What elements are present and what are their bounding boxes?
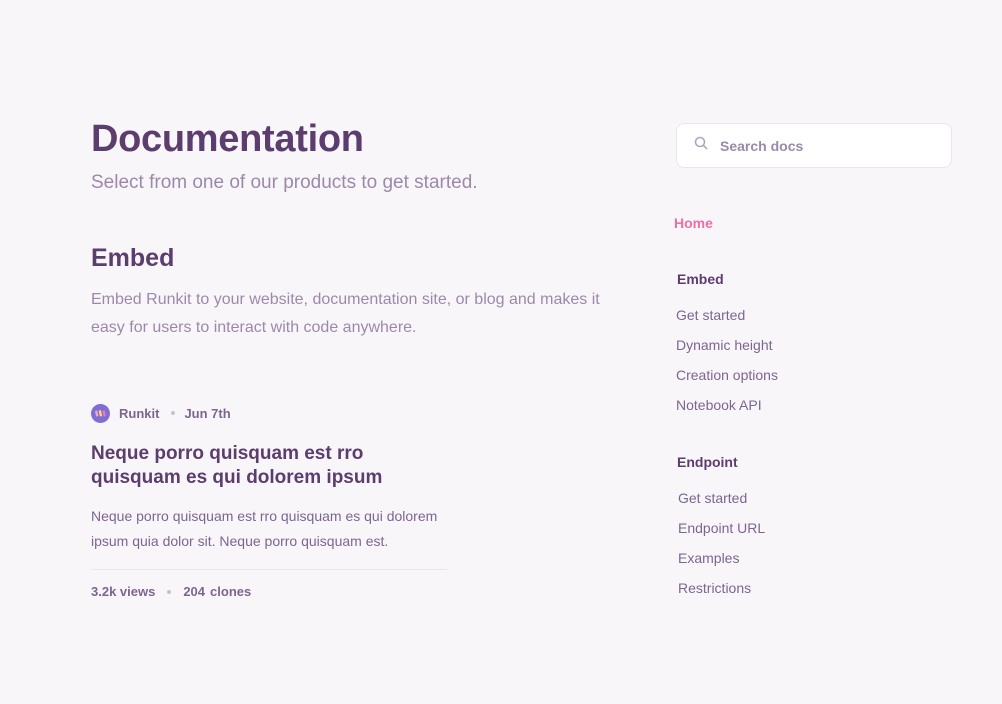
- card-title[interactable]: Neque porro quisquam est rro quisquam es…: [91, 442, 449, 490]
- card-stats: 3.2k views 204 clones: [91, 584, 449, 599]
- section-title-embed: Embed: [91, 244, 175, 272]
- card-date: Jun 7th: [184, 405, 231, 421]
- search-input[interactable]: [720, 137, 920, 154]
- views-count: 3.2k views: [91, 584, 156, 599]
- nav-link-dynamic-height[interactable]: Dynamic height: [676, 337, 773, 353]
- nav-link-get-started[interactable]: Get started: [678, 490, 747, 506]
- nav-link-notebook-api[interactable]: Notebook API: [676, 397, 762, 413]
- nav-link-creation-options[interactable]: Creation options: [676, 367, 778, 383]
- nav-item[interactable]: Get started: [676, 305, 778, 335]
- nav-item[interactable]: Creation options: [676, 365, 778, 395]
- nav-item[interactable]: Restrictions: [678, 578, 765, 608]
- page-subtitle: Select from one of our products to get s…: [91, 172, 478, 193]
- search-icon: [694, 136, 708, 155]
- nav-home-link[interactable]: Home: [674, 215, 713, 231]
- nav-list-endpoint: Get started Endpoint URL Examples Restri…: [678, 488, 765, 608]
- nav-link-restrictions[interactable]: Restrictions: [678, 580, 751, 596]
- section-description: Embed Runkit to your website, documentat…: [91, 291, 600, 336]
- nav-item[interactable]: Notebook API: [676, 395, 778, 425]
- card-description: Neque porro quisquam est rro quisquam es…: [91, 508, 438, 549]
- separator-dot: [167, 589, 172, 594]
- docs-page: Documentation Select from one of our pro…: [0, 0, 1002, 704]
- nav-group-endpoint: Endpoint: [677, 454, 738, 470]
- clones-label: clones: [210, 584, 252, 599]
- clones-count: 204: [183, 584, 206, 599]
- nav-item[interactable]: Examples: [678, 548, 765, 578]
- card-meta: Runkit Jun 7th: [91, 402, 449, 424]
- docs-sidebar: Home Embed Get started Dynamic height Cr…: [674, 123, 954, 596]
- article-card[interactable]: Runkit Jun 7th Neque porro quisquam est …: [91, 402, 449, 599]
- nav-item[interactable]: Endpoint URL: [678, 518, 765, 548]
- card-author[interactable]: Runkit: [119, 406, 159, 421]
- nav-list-embed: Get started Dynamic height Creation opti…: [676, 305, 778, 425]
- runkit-logo-icon: [91, 403, 110, 423]
- nav-link-get-started[interactable]: Get started: [676, 307, 745, 323]
- nav-link-endpoint-url[interactable]: Endpoint URL: [678, 520, 765, 536]
- nav-link-examples[interactable]: Examples: [678, 550, 739, 566]
- card-divider: [91, 569, 447, 570]
- nav-item[interactable]: Get started: [678, 488, 765, 518]
- separator-dot: [171, 411, 176, 415]
- search-box[interactable]: [676, 123, 952, 168]
- nav-item[interactable]: Dynamic height: [676, 335, 778, 365]
- page-title: Documentation: [91, 118, 364, 160]
- nav-group-embed: Embed: [677, 271, 724, 287]
- main-content: Documentation Select from one of our pro…: [91, 116, 631, 336]
